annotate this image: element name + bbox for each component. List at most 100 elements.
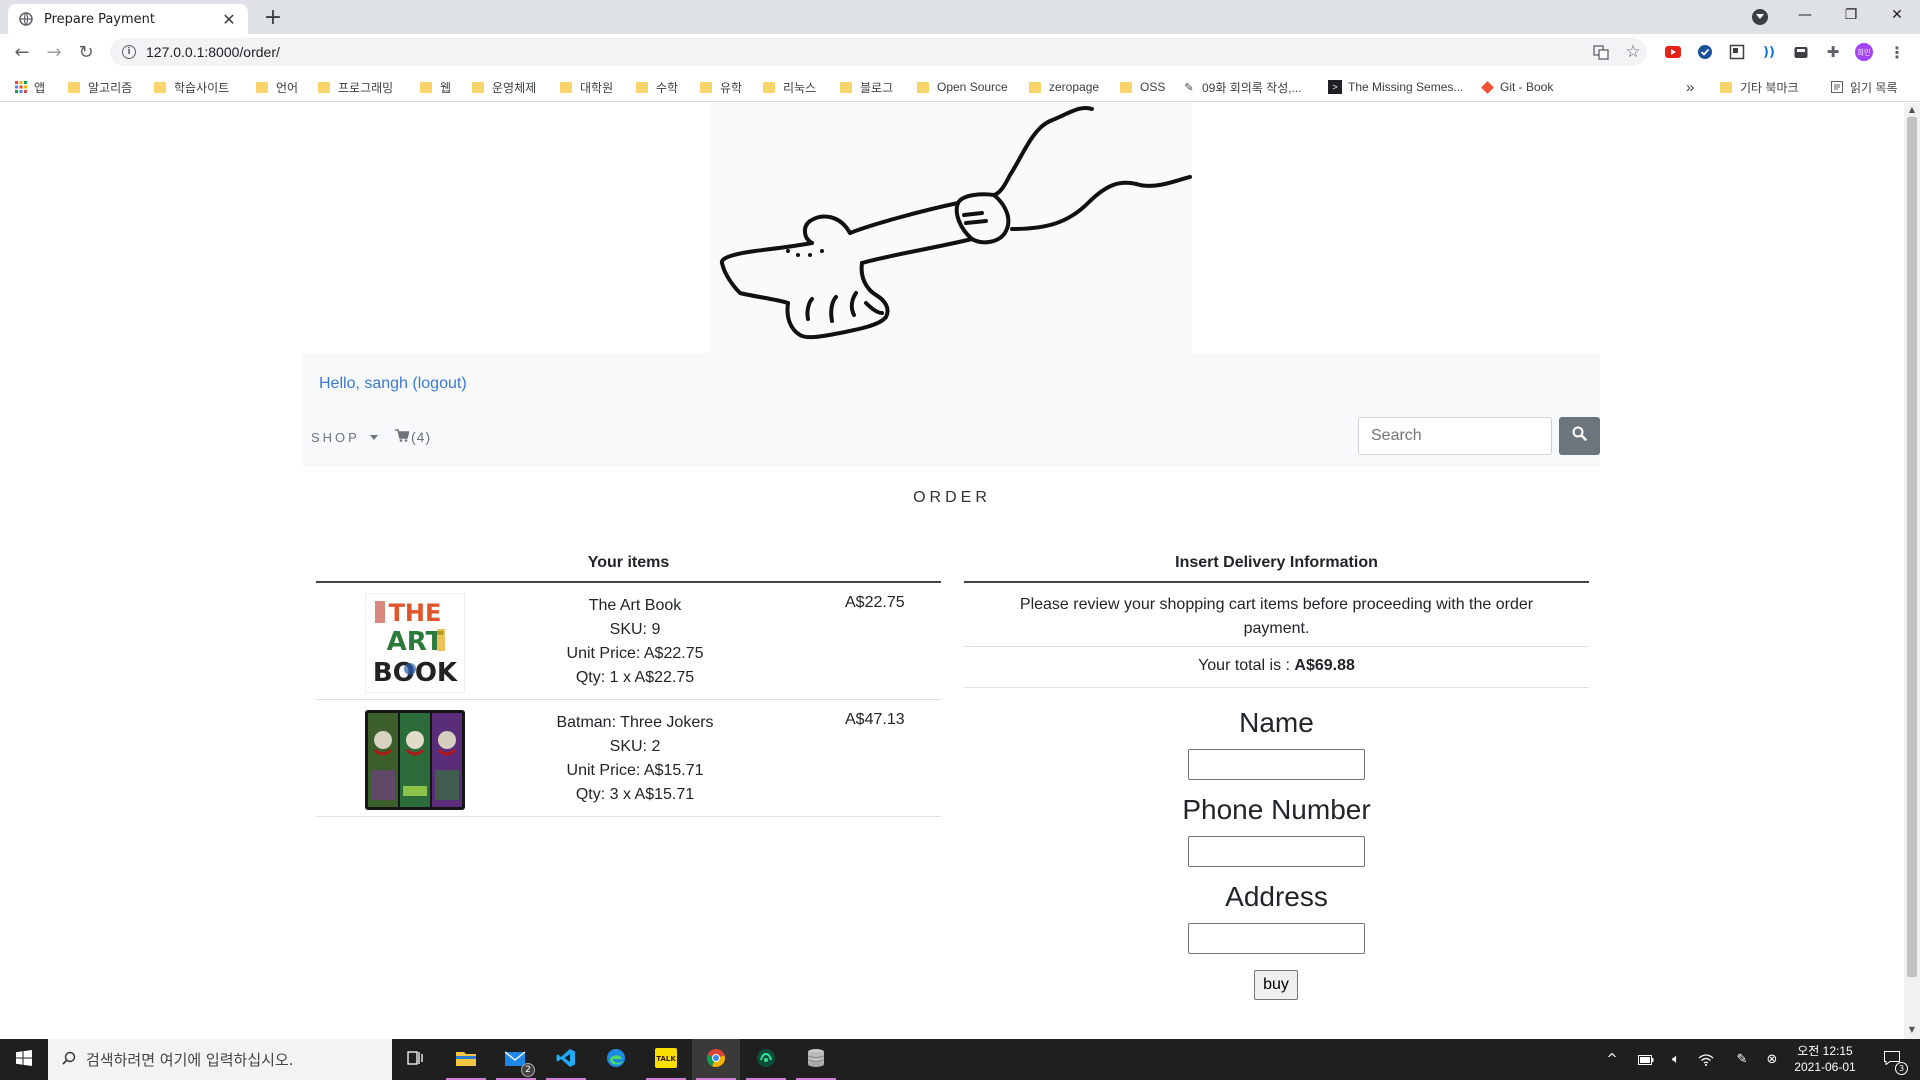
user-greeting-link[interactable]: Hello, sangh (logout) — [319, 375, 467, 393]
restore-button[interactable]: ❐ — [1828, 0, 1874, 30]
vscode-icon — [556, 1048, 576, 1072]
address-url: 127.0.0.1:8000/order/ — [146, 44, 280, 60]
bookmark-folder[interactable]: 리눅스 — [763, 78, 816, 96]
bookmark-folder[interactable]: 알고리즘 — [68, 78, 132, 96]
taskbar-vscode[interactable] — [542, 1039, 590, 1080]
new-tab-button[interactable]: + — [260, 6, 286, 32]
system-clock[interactable]: 오전 12:15 2021-06-01 — [1782, 1043, 1868, 1075]
taskbar-file-explorer[interactable] — [442, 1039, 490, 1080]
bookmark-page[interactable]: > The Missing Semes... — [1328, 78, 1463, 96]
bookmark-page[interactable]: Git - Book — [1480, 78, 1553, 96]
translate-icon[interactable] — [1592, 43, 1610, 61]
battery-icon[interactable] — [1634, 1039, 1658, 1080]
status-x-icon[interactable]: ⊗ — [1762, 1039, 1782, 1080]
art-book-cover[interactable]: THE ART BOOK — [364, 592, 466, 694]
task-view-button[interactable] — [392, 1039, 440, 1080]
bookmark-folder[interactable]: 수학 — [636, 78, 678, 96]
folder-icon — [840, 81, 852, 93]
folder-icon — [1720, 81, 1732, 93]
search-button[interactable] — [1559, 417, 1600, 455]
back-button[interactable]: ← — [10, 40, 34, 64]
scroll-up-icon[interactable]: ▲ — [1904, 105, 1920, 117]
wifi-icon[interactable] — [1694, 1039, 1718, 1080]
bookmark-folder[interactable]: 언어 — [256, 78, 298, 96]
minimize-button[interactable]: — — [1782, 0, 1828, 30]
bookmark-folder[interactable]: 웹 — [420, 78, 451, 96]
total-value: A$69.88 — [1294, 657, 1355, 674]
search-icon — [62, 1051, 76, 1069]
shop-dropdown[interactable]: SHOP — [311, 430, 378, 445]
order-items-table: Your items THE ART BOOK The Art Book SKU… — [316, 549, 941, 817]
item-unit-price: Unit Price: A$15.71 — [566, 762, 704, 779]
bookmark-folder[interactable]: zeropage — [1029, 78, 1099, 96]
taskbar-app-green[interactable] — [742, 1039, 790, 1080]
bookmark-page[interactable]: ✎ 09화 회의록 작성,... — [1182, 78, 1301, 96]
bookmark-folder[interactable]: 블로그 — [840, 78, 893, 96]
folder-icon — [318, 81, 330, 93]
taskbar-edge[interactable] — [592, 1039, 640, 1080]
volume-icon[interactable]: 🔈︎ — [1664, 1039, 1688, 1080]
bookmark-star-icon[interactable]: ☆ — [1624, 42, 1642, 62]
reading-list-button[interactable]: 읽기 목록 — [1830, 78, 1898, 96]
pen-workspace-icon[interactable]: ✎ — [1730, 1039, 1754, 1080]
menu-kebab-icon[interactable]: ⋮ — [1888, 43, 1906, 62]
extension-wave-icon[interactable]: )) — [1760, 43, 1778, 61]
tab-search-icon[interactable] — [1752, 9, 1768, 25]
extension-window-icon[interactable] — [1728, 43, 1746, 61]
address-input[interactable] — [1188, 923, 1365, 954]
folder-icon — [1029, 81, 1041, 93]
taskbar-database[interactable] — [792, 1039, 840, 1080]
taskbar-mail[interactable]: 2 — [492, 1039, 540, 1080]
show-hidden-icons-button[interactable]: ^ — [1600, 1039, 1624, 1080]
browser-tab[interactable]: Prepare Payment ✕ — [8, 4, 248, 34]
start-button[interactable] — [0, 1039, 48, 1080]
buy-button[interactable]: buy — [1254, 970, 1298, 1000]
taskbar-kakaotalk[interactable]: TALK — [642, 1039, 690, 1080]
site-info-icon[interactable]: i — [122, 45, 136, 59]
item-total: A$22.75 — [845, 594, 905, 611]
extension-box-icon[interactable] — [1792, 43, 1810, 61]
svg-text:희민: 희민 — [1857, 48, 1870, 57]
cart-icon — [395, 429, 410, 445]
close-window-button[interactable]: ✕ — [1874, 0, 1920, 30]
scrollbar-thumb[interactable] — [1907, 117, 1917, 977]
scroll-down-icon[interactable]: ▼ — [1904, 1025, 1920, 1037]
svg-text:ART: ART — [387, 627, 444, 657]
notification-center-button[interactable]: 3 — [1872, 1039, 1912, 1080]
batman-three-jokers-cover[interactable] — [365, 710, 465, 810]
bookmark-folder[interactable]: 유학 — [700, 78, 742, 96]
bookmark-label: zeropage — [1049, 80, 1100, 94]
extension-check-icon[interactable] — [1696, 43, 1714, 61]
forward-button[interactable]: → — [42, 40, 66, 64]
cart-link[interactable]: (4) — [395, 429, 431, 445]
bookmark-folder[interactable]: OSS — [1120, 78, 1165, 96]
reload-button[interactable]: ↻ — [74, 40, 98, 64]
bookmark-label: 기타 북마크 — [1740, 80, 1799, 95]
folder-icon — [256, 81, 268, 93]
bookmarks-overflow-button[interactable]: » — [1686, 78, 1694, 96]
bookmark-folder[interactable]: 운영체제 — [472, 78, 536, 96]
profile-avatar[interactable]: 희민 — [1855, 43, 1873, 61]
page-scrollbar[interactable]: ▲ ▼ — [1904, 103, 1920, 1039]
bookmark-label: OSS — [1140, 80, 1166, 94]
taskbar-chrome[interactable] — [692, 1039, 740, 1080]
search-input[interactable] — [1358, 417, 1552, 455]
bookmark-folder[interactable]: 학습사이트 — [154, 78, 229, 96]
bookmark-other-folder[interactable]: 기타 북마크 — [1720, 78, 1799, 96]
taskbar-search[interactable]: 검색하려면 여기에 입력하십시오. — [48, 1039, 392, 1080]
item-total: A$47.13 — [845, 711, 905, 728]
bookmark-apps[interactable]: 앱 — [14, 78, 45, 96]
phone-label: Phone Number — [1182, 794, 1371, 825]
address-bar[interactable]: i 127.0.0.1:8000/order/ — [110, 38, 1647, 66]
folder-icon — [1120, 81, 1132, 93]
bookmark-folder[interactable]: Open Source — [917, 78, 1008, 96]
bookmark-folder[interactable]: 대학원 — [560, 78, 613, 96]
phone-input[interactable] — [1188, 836, 1365, 867]
bookmark-folder[interactable]: 프로그래밍 — [318, 78, 393, 96]
items-header: Your items — [316, 549, 941, 583]
name-input[interactable] — [1188, 749, 1365, 780]
tab-close-icon[interactable]: ✕ — [220, 10, 238, 29]
extension-youtube-icon[interactable] — [1664, 43, 1682, 61]
caret-down-icon — [369, 435, 378, 440]
extensions-puzzle-icon[interactable]: ✚ — [1824, 43, 1842, 61]
